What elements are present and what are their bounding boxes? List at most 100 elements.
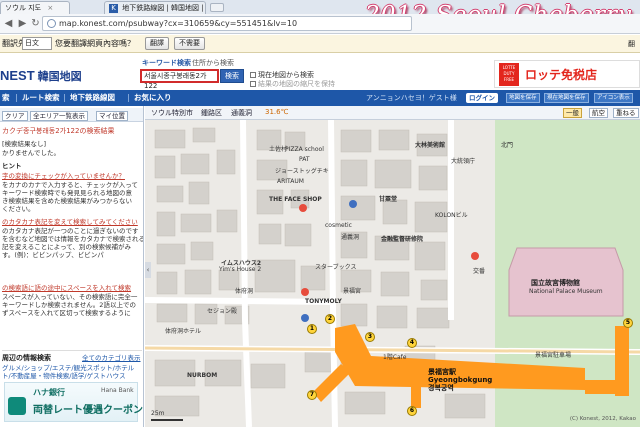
- lotte-duty-free-ad[interactable]: LOTTE DUTY FREE ロッテ免税店: [494, 60, 640, 88]
- map-label[interactable]: NURBOM: [187, 372, 217, 379]
- weather-temperature: 31.6℃: [265, 108, 289, 116]
- map-label[interactable]: 大統領庁: [451, 156, 475, 165]
- map-label[interactable]: セジョン殿: [207, 306, 237, 315]
- close-icon[interactable]: ×: [47, 4, 53, 12]
- map-label[interactable]: 甘粟堂: [379, 194, 397, 203]
- map-label[interactable]: スターブックス: [315, 262, 356, 271]
- tab-address-search[interactable]: 住所から検索: [192, 58, 234, 68]
- map-label[interactable]: THE FACE SHOP: [269, 196, 322, 203]
- all-categories-link[interactable]: 全てのカテゴリ表示: [82, 352, 141, 362]
- exit-number-4[interactable]: 4: [407, 338, 417, 348]
- breadcrumb-city[interactable]: ソウル特別市: [151, 108, 193, 118]
- no-translate-button[interactable]: 不需要: [174, 37, 205, 50]
- map-toolbar: ソウル特別市 鍾路区 通義洞 31.6℃ 一般 航空 重ねる: [145, 106, 640, 120]
- clear-button[interactable]: クリア: [2, 111, 28, 121]
- checkbox-box: [250, 81, 256, 87]
- gyeongbokgung-station-label[interactable]: 景福宮駅 Gyeongbokgung 경복궁역: [428, 368, 492, 392]
- station-name-ja: 景福宮駅: [428, 368, 456, 376]
- map-canvas[interactable]: ‹ 土佐村 PIZZA school PAT ジョーストッグチキ ARITAUM…: [145, 120, 640, 427]
- logo-text: NEST: [0, 68, 35, 83]
- map-label[interactable]: ARITAUM: [277, 178, 304, 185]
- exit-number-5[interactable]: 5: [623, 318, 633, 328]
- url-field[interactable]: map.konest.com/psubway?cx=310659&cy=5514…: [42, 16, 412, 31]
- globe-icon: [47, 19, 56, 28]
- site-header: NEST 韓国地図 キーワード検索 住所から検索 서울시종구봉래동2가122 検索…: [0, 54, 640, 90]
- map-label[interactable]: PIZZA school: [285, 146, 324, 153]
- map-label[interactable]: 景福宮: [343, 286, 361, 295]
- icon-display-button[interactable]: アイコン表示: [594, 93, 633, 103]
- reload-icon[interactable]: ↻: [29, 17, 42, 30]
- url-text: map.konest.com/psubway?cx=310659&cy=5514…: [59, 19, 298, 28]
- hint-body-3: ずスペースを入れて区切って検索するように: [2, 309, 131, 317]
- map-label[interactable]: cosmetic: [325, 222, 352, 229]
- main-nav: 索 ルート検索 地下鉄路線図 お気に入り アンニョンハセヨ！ゲスト様 ログイン …: [0, 90, 640, 106]
- keep-scale-checkbox[interactable]: 結果の地図の縮尺を保持: [250, 79, 335, 89]
- checkbox-label: 結果の地図の縮尺を保持: [258, 80, 335, 88]
- tab-keyword-search[interactable]: キーワード検索: [142, 58, 191, 68]
- breadcrumb-dong[interactable]: 通義洞: [231, 108, 252, 118]
- map-label[interactable]: 金融監督研修院: [381, 234, 423, 243]
- map-label[interactable]: 体府洞ホテル: [165, 326, 201, 335]
- nav-item-subway-map[interactable]: 地下鉄路線図: [70, 90, 115, 106]
- exit-number-7[interactable]: 7: [307, 390, 317, 400]
- map-label[interactable]: KOLONビル: [435, 210, 468, 219]
- translate-bar: 翻訳先 日文 您要翻譯網頁內容嗎？ 翻譯 不需要 翻譯: [0, 35, 640, 66]
- nav-item-favorites[interactable]: お気に入り: [134, 90, 172, 106]
- login-button[interactable]: ログイン: [466, 93, 498, 103]
- hana-bank-ad[interactable]: ハナ銀行 Hana Bank 両替レート優遇クーポン: [4, 382, 143, 422]
- map-label[interactable]: Yim's House 2: [219, 266, 261, 273]
- map-copyright: (C) Konest, 2012, Kakao: [569, 416, 636, 422]
- exit-number-6[interactable]: 6: [407, 406, 417, 416]
- lotte-logo: LOTTE DUTY FREE: [499, 63, 519, 86]
- map-label[interactable]: 1階Cafe: [383, 352, 407, 361]
- map-label[interactable]: TONYMOLY: [305, 298, 342, 305]
- my-location-button[interactable]: マイ位置: [96, 111, 128, 121]
- save-map-button[interactable]: 地図を保存: [506, 93, 540, 103]
- search-button[interactable]: 検索: [220, 69, 244, 83]
- map-label[interactable]: 通義洞: [341, 232, 359, 241]
- site-logo[interactable]: NEST 韓国地図: [0, 68, 82, 84]
- exit-number-1[interactable]: 1: [307, 324, 317, 334]
- map-mode-normal[interactable]: 一般: [563, 108, 582, 118]
- map-mode-overlay[interactable]: 重ねる: [613, 108, 639, 118]
- browser-tab-active[interactable]: K 地下鉄路線図 | 韓国地図 | ×: [104, 1, 206, 14]
- browser-tab[interactable]: ソウル 지도 ×: [0, 1, 70, 14]
- nav-divider: [128, 94, 129, 102]
- bank-ad-line1: ハナ銀行: [33, 388, 65, 397]
- breadcrumb-district[interactable]: 鍾路区: [201, 108, 222, 118]
- exit-number-3[interactable]: 3: [365, 332, 375, 342]
- all-area-button[interactable]: 全エリア一覧表示: [30, 111, 88, 121]
- back-icon[interactable]: ◀: [2, 17, 15, 30]
- forward-icon[interactable]: ▶: [16, 17, 29, 30]
- map-label[interactable]: 体府洞: [235, 286, 253, 295]
- map-label[interactable]: 交番: [473, 266, 485, 275]
- map-label[interactable]: National Palace Museum: [529, 288, 603, 295]
- map-label[interactable]: 大林美術館: [415, 140, 445, 149]
- nav-item-search[interactable]: 索: [2, 90, 10, 106]
- ad-text: ロッテ免税店: [525, 68, 598, 82]
- map-label[interactable]: ジョーストッグチキ: [275, 166, 329, 175]
- station-name-en: Gyeongbokgung: [428, 376, 493, 384]
- scale-label: 25m: [151, 410, 165, 417]
- user-greeting: アンニョンハセヨ！ゲスト様: [366, 94, 457, 102]
- save-current-map-button[interactable]: 現在地図を保存: [544, 93, 589, 103]
- station-name-ko: 경복궁역: [428, 384, 454, 392]
- map-scale: 25m: [151, 410, 183, 421]
- no-results-text: かりませんでした。: [2, 149, 60, 157]
- map-label[interactable]: 国立故宮博物館: [531, 278, 580, 288]
- language-select[interactable]: 日文: [22, 37, 52, 50]
- map-label[interactable]: 景福宮駐車場: [535, 350, 571, 359]
- search-input[interactable]: 서울시종구봉래동2가122: [140, 69, 219, 90]
- nav-divider: [16, 94, 17, 102]
- info-category-list[interactable]: ト/不動産屋・物件検索/語学/ゲストハウス: [2, 370, 126, 380]
- bank-name: Hana Bank: [101, 387, 134, 394]
- translate-question: 您要翻譯網頁內容嗎？: [55, 39, 135, 48]
- nav-item-route[interactable]: ルート検索: [22, 90, 60, 106]
- new-tab-button[interactable]: [210, 3, 224, 12]
- translate-button[interactable]: 翻譯: [145, 37, 169, 50]
- exit-number-2[interactable]: 2: [325, 314, 335, 324]
- map-label[interactable]: 北門: [501, 140, 513, 149]
- collapse-panel-icon[interactable]: ‹: [145, 262, 151, 278]
- map-label[interactable]: PAT: [299, 156, 310, 163]
- map-mode-aerial[interactable]: 航空: [589, 108, 608, 118]
